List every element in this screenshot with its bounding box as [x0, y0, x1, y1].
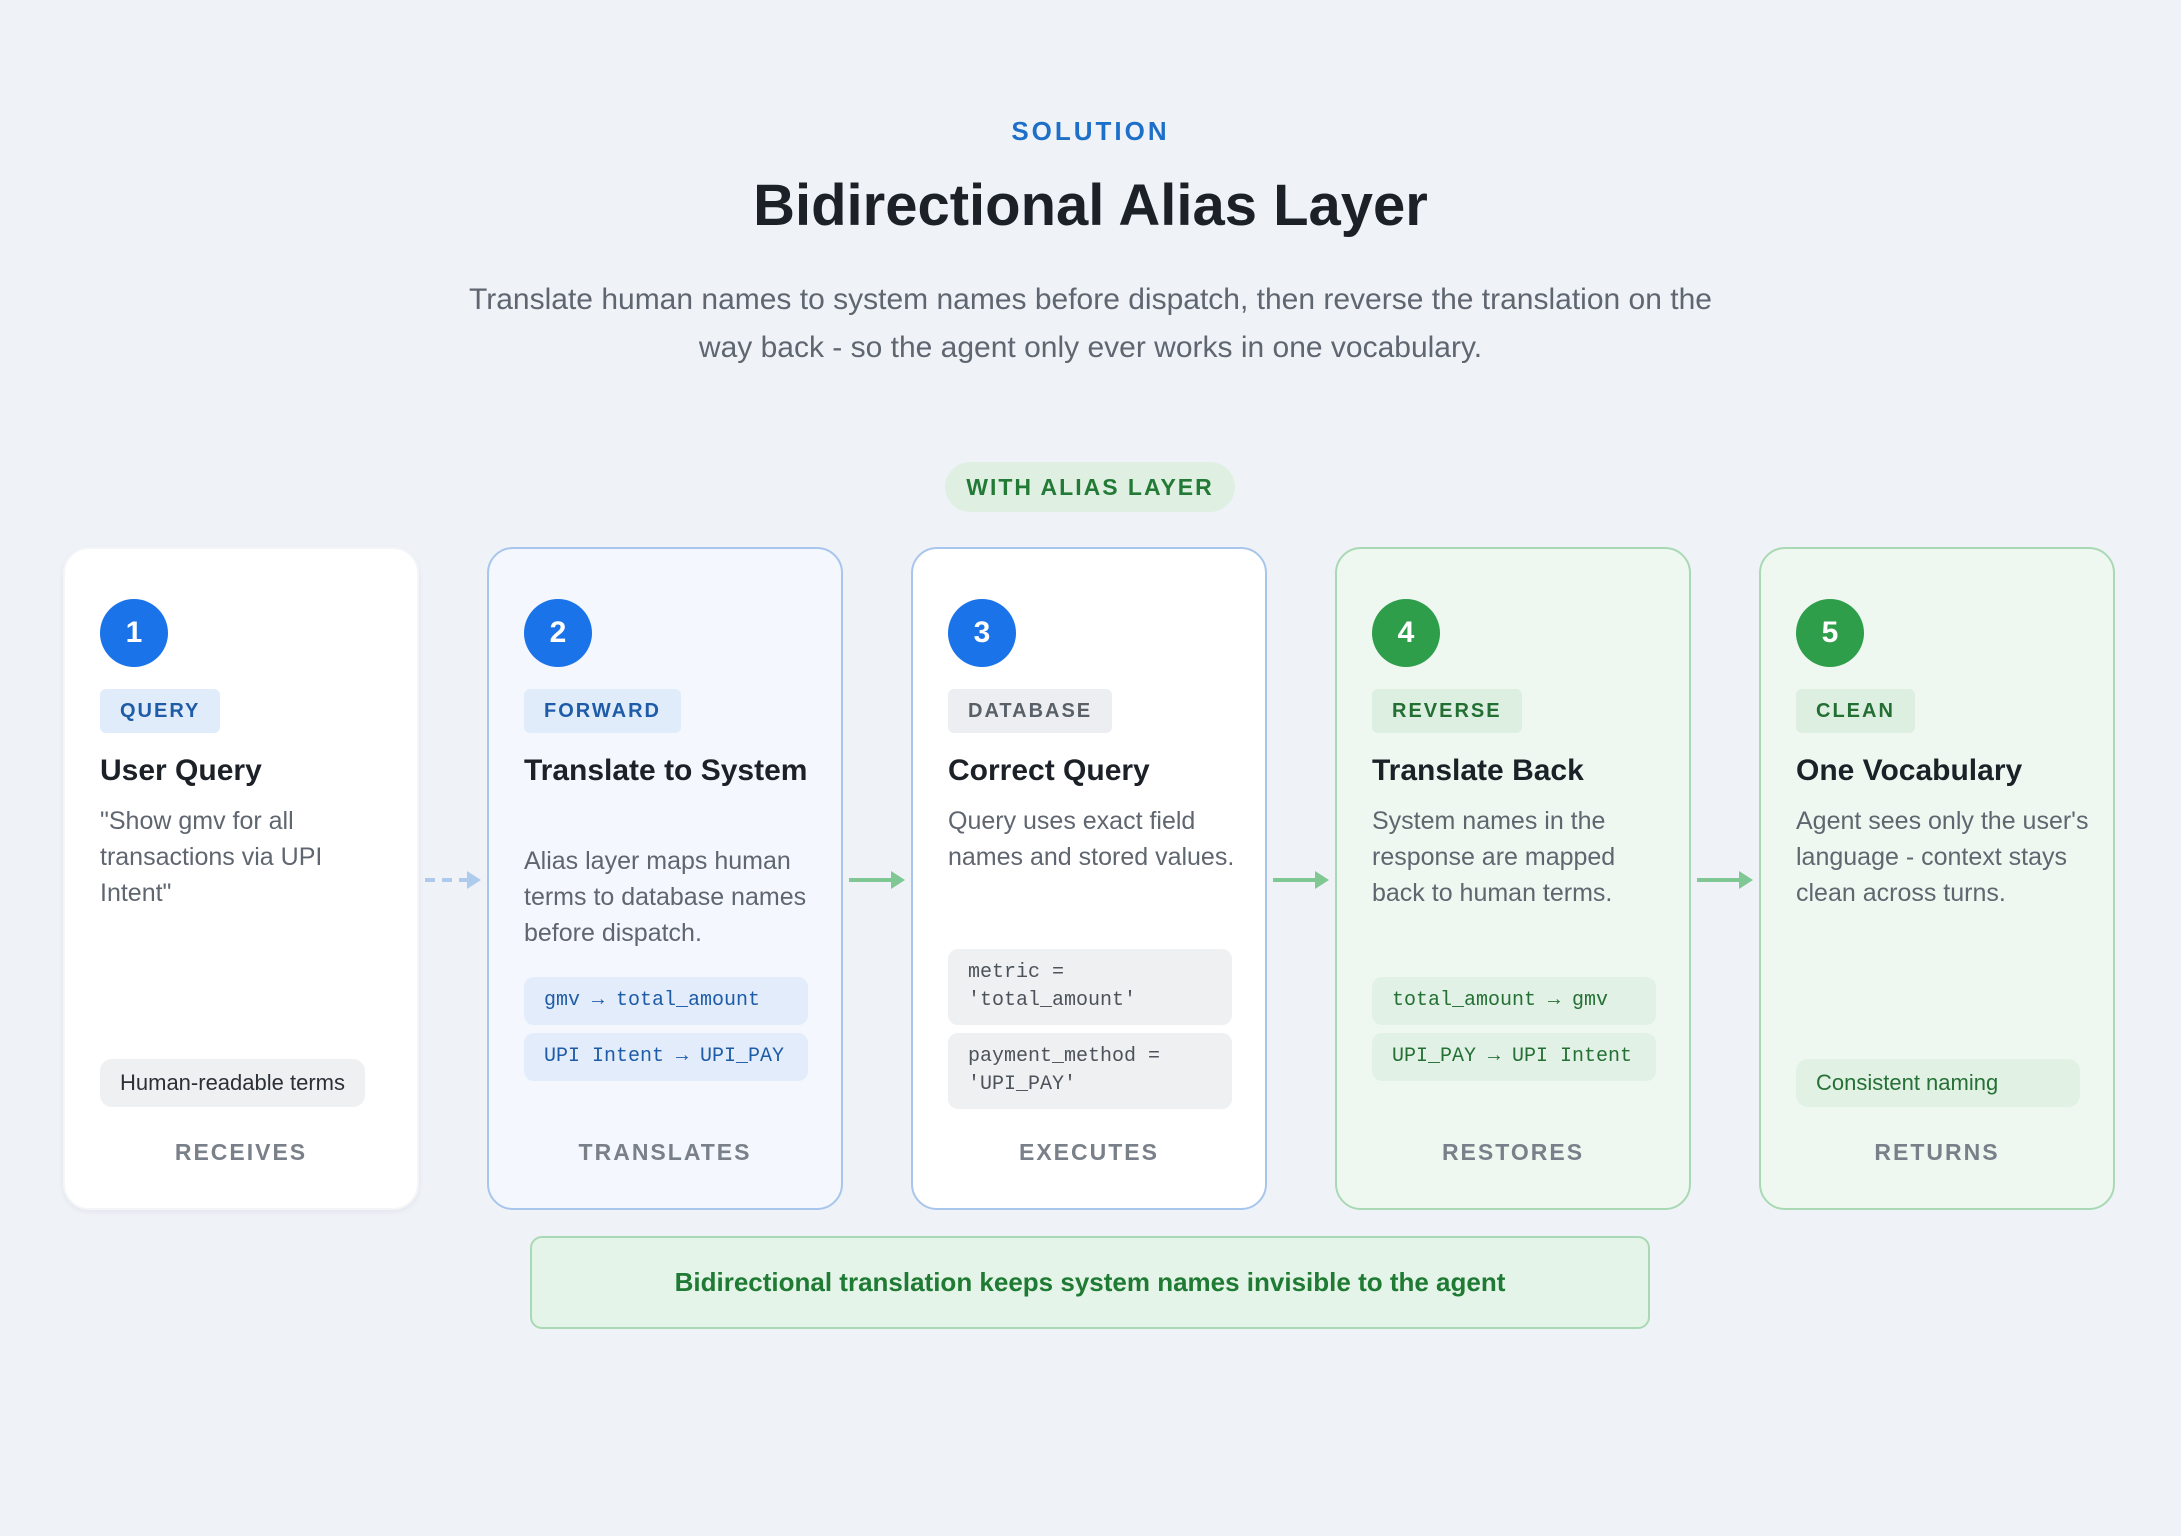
step-number-badge: 1: [100, 599, 168, 667]
step-title: One Vocabulary: [1796, 754, 2023, 787]
query-code-block: payment_method = 'UPI_PAY': [948, 1033, 1232, 1109]
step-card-database: 3 DATABASE Correct Query Query uses exac…: [911, 547, 1267, 1210]
step-footer-label: RECEIVES: [174, 1139, 308, 1165]
step-title: Correct Query: [948, 754, 1150, 787]
step-description: Agent sees only the user's language - co…: [1796, 807, 2089, 907]
step-tag: DATABASE: [948, 689, 1113, 733]
section-eyebrow: SOLUTION: [1011, 116, 1170, 146]
step-number-badge: 4: [1372, 599, 1440, 667]
step-tag: REVERSE: [1372, 689, 1522, 733]
mapping-code-block: total_amount → gmv: [1372, 977, 1656, 1025]
step-footer-label: RESTORES: [1441, 1139, 1585, 1165]
mapping-code-block: UPI Intent → UPI_PAY: [524, 1033, 808, 1081]
step-number-badge: 5: [1796, 599, 1864, 667]
step-card-forward: 2 FORWARD Translate to System Alias laye…: [487, 547, 843, 1210]
step-description: System names in the response are mapped …: [1372, 807, 1616, 907]
step-tag: CLEAN: [1796, 689, 1915, 733]
mapping-code-block: gmv → total_amount: [524, 977, 808, 1025]
step-card-query: 1 QUERY User Query "Show gmv for all tra…: [63, 547, 419, 1210]
arrow-connector: [849, 871, 905, 889]
step-tag: QUERY: [100, 689, 221, 733]
step-number-badge: 2: [524, 599, 592, 667]
arrow-connector: [1697, 871, 1753, 889]
page-title: Bidirectional Alias Layer: [753, 173, 1428, 238]
step-title: Translate to System: [524, 754, 808, 787]
step-title: User Query: [100, 754, 262, 787]
query-code-block: metric = 'total_amount': [948, 949, 1232, 1025]
step-card-clean: 5 CLEAN One Vocabulary Agent sees only t…: [1759, 547, 2115, 1210]
step-footer-label: RETURNS: [1874, 1139, 2000, 1165]
step-footer-label: TRANSLATES: [578, 1139, 752, 1165]
step-title: Translate Back: [1372, 754, 1584, 787]
page-subtitle: Translate human names to system names be…: [469, 283, 1712, 364]
step-description: Alias layer maps human terms to database…: [524, 847, 807, 947]
step-footer-label: EXECUTES: [1019, 1139, 1159, 1165]
consistent-naming-pill: Consistent naming: [1796, 1059, 2080, 1107]
step-description: Query uses exact field names and stored …: [948, 807, 1235, 871]
step-description: "Show gmv for all transactions via UPI I…: [100, 807, 323, 907]
human-readable-pill: Human-readable terms: [100, 1059, 365, 1107]
step-tag: FORWARD: [524, 689, 681, 733]
arrow-connector: [1273, 871, 1329, 889]
dashed-arrow-connector: [425, 871, 481, 889]
mapping-code-block: UPI_PAY → UPI Intent: [1372, 1033, 1656, 1081]
bottom-summary-banner: Bidirectional translation keeps system n…: [530, 1236, 1650, 1329]
step-card-reverse: 4 REVERSE Translate Back System names in…: [1335, 547, 1691, 1210]
step-number-badge: 3: [948, 599, 1016, 667]
with-alias-layer-badge: WITH ALIAS LAYER: [945, 462, 1235, 512]
